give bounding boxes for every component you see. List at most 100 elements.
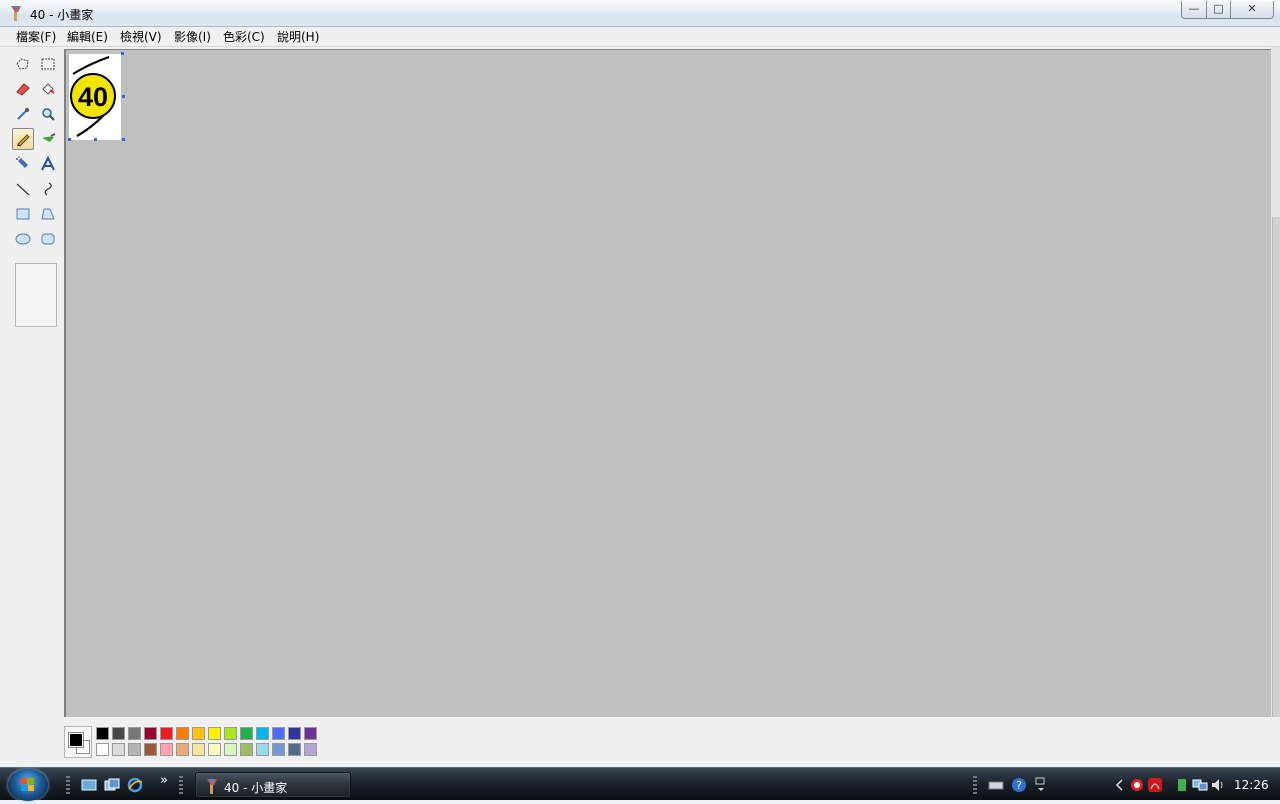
- quick-launch-overflow[interactable]: »: [160, 773, 168, 788]
- scrollbar-thumb[interactable]: [1272, 217, 1280, 717]
- palette-swatch[interactable]: [288, 743, 301, 756]
- eyedropper-icon: [17, 108, 29, 120]
- palette-swatch[interactable]: [176, 743, 189, 756]
- show-hidden-icons-chevron-icon[interactable]: [1112, 777, 1128, 793]
- select-icon: [41, 58, 55, 70]
- curve-icon: [44, 182, 52, 196]
- window-title: 40 - 小畫家: [30, 8, 94, 22]
- keyboard-icon[interactable]: [988, 777, 1004, 793]
- antivirus-icon[interactable]: [1129, 777, 1145, 793]
- adobe-icon[interactable]: [1147, 777, 1163, 793]
- palette-swatch[interactable]: [176, 727, 189, 740]
- tool-eraser[interactable]: [12, 78, 34, 100]
- tool-magnifier[interactable]: [37, 103, 59, 125]
- volume-icon[interactable]: [1210, 777, 1226, 793]
- palette-swatch[interactable]: [192, 727, 205, 740]
- taskbar-paint-button[interactable]: 40 - 小畫家: [195, 772, 351, 798]
- palette-swatch[interactable]: [240, 727, 253, 740]
- image-number-text: 40: [78, 82, 108, 112]
- palette-swatch[interactable]: [288, 727, 301, 740]
- main-area: 40: [0, 47, 1280, 767]
- tool-line[interactable]: [12, 178, 34, 200]
- palette-swatch[interactable]: [96, 727, 109, 740]
- palette-swatch[interactable]: [144, 743, 157, 756]
- image-content: 40: [70, 56, 116, 137]
- palette-swatch[interactable]: [272, 743, 285, 756]
- current-colors[interactable]: [64, 726, 92, 758]
- palette-swatch[interactable]: [224, 743, 237, 756]
- language-bar-grip[interactable]: [973, 776, 977, 794]
- free-form-select-icon: [16, 58, 29, 70]
- menu-view[interactable]: 檢視(V): [117, 29, 165, 45]
- airbrush-icon: [16, 156, 28, 168]
- palette-swatch[interactable]: [304, 743, 317, 756]
- menu-help[interactable]: 說明(H): [274, 29, 322, 45]
- safely-remove-hardware-icon[interactable]: [1174, 777, 1190, 793]
- resize-handle-bottom[interactable]: [94, 138, 97, 141]
- network-icon[interactable]: [1192, 777, 1208, 793]
- menu-image[interactable]: 影像(I): [171, 29, 214, 45]
- palette-swatch[interactable]: [240, 743, 253, 756]
- tool-pick-color[interactable]: [12, 103, 34, 125]
- palette-swatch[interactable]: [224, 727, 237, 740]
- menu-colors[interactable]: 色彩(C): [220, 29, 268, 45]
- palette-swatch[interactable]: [128, 727, 141, 740]
- palette-swatch[interactable]: [272, 727, 285, 740]
- palette-swatch[interactable]: [112, 727, 125, 740]
- toolbox: [8, 52, 62, 327]
- vertical-scrollbar[interactable]: [1271, 47, 1280, 717]
- palette-swatch[interactable]: [208, 727, 221, 740]
- palette-swatch[interactable]: [208, 743, 221, 756]
- tool-free-form-select[interactable]: [12, 53, 34, 75]
- toolbar-grip[interactable]: [66, 776, 70, 794]
- help-icon[interactable]: ?: [1011, 777, 1027, 793]
- tool-rectangle[interactable]: [12, 203, 34, 225]
- line-icon: [16, 183, 30, 196]
- tool-fill-with-color[interactable]: [37, 78, 59, 100]
- tool-select[interactable]: [37, 53, 59, 75]
- palette-swatch[interactable]: [160, 743, 173, 756]
- start-button[interactable]: [8, 769, 48, 801]
- foreground-color: [68, 732, 84, 748]
- palette-swatch[interactable]: [144, 727, 157, 740]
- tool-ellipse[interactable]: [12, 228, 34, 250]
- palette-swatch[interactable]: [192, 743, 205, 756]
- resize-handle-bottom-left[interactable]: [68, 138, 71, 141]
- minimize-button[interactable]: —: [1181, 1, 1207, 19]
- tool-brush[interactable]: [37, 128, 59, 150]
- tool-rounded-rectangle[interactable]: [37, 228, 59, 250]
- magnifier-icon: [42, 108, 55, 121]
- show-desktop-icon[interactable]: [81, 777, 97, 793]
- restore-language-bar-icon[interactable]: [1033, 777, 1049, 793]
- menu-file[interactable]: 檔案(F): [13, 29, 59, 45]
- tool-airbrush[interactable]: [12, 153, 34, 175]
- maximize-button[interactable]: □: [1206, 1, 1231, 19]
- palette-swatch[interactable]: [256, 727, 269, 740]
- tool-text[interactable]: [37, 153, 59, 175]
- title-bar: 40 - 小畫家 — □ ✕: [0, 0, 1280, 27]
- drawing-canvas[interactable]: 40: [69, 54, 121, 140]
- canvas-area[interactable]: 40: [64, 49, 1271, 717]
- text-icon: [41, 156, 55, 171]
- resize-handle-top-right[interactable]: [121, 52, 124, 55]
- tool-polygon[interactable]: [37, 203, 59, 225]
- palette-swatch[interactable]: [112, 743, 125, 756]
- maximize-icon: □: [1213, 2, 1224, 15]
- switch-windows-icon[interactable]: [104, 777, 120, 793]
- menu-edit[interactable]: 編輯(E): [64, 29, 111, 45]
- internet-explorer-icon[interactable]: [127, 777, 143, 793]
- tool-pencil[interactable]: [12, 128, 34, 150]
- palette-swatch[interactable]: [304, 727, 317, 740]
- resize-handle-bottom-right[interactable]: [122, 138, 125, 141]
- palette-swatch[interactable]: [160, 727, 173, 740]
- palette-swatch[interactable]: [256, 743, 269, 756]
- palette-swatch[interactable]: [96, 743, 109, 756]
- clock[interactable]: 12:26: [1234, 778, 1269, 792]
- color-palette: [64, 726, 324, 762]
- resize-handle-right[interactable]: [122, 95, 125, 98]
- tool-options-panel[interactable]: [15, 263, 57, 327]
- palette-swatch[interactable]: [128, 743, 141, 756]
- close-button[interactable]: ✕: [1230, 1, 1274, 19]
- taskbar-grip[interactable]: [179, 776, 183, 794]
- tool-curve[interactable]: [37, 178, 59, 200]
